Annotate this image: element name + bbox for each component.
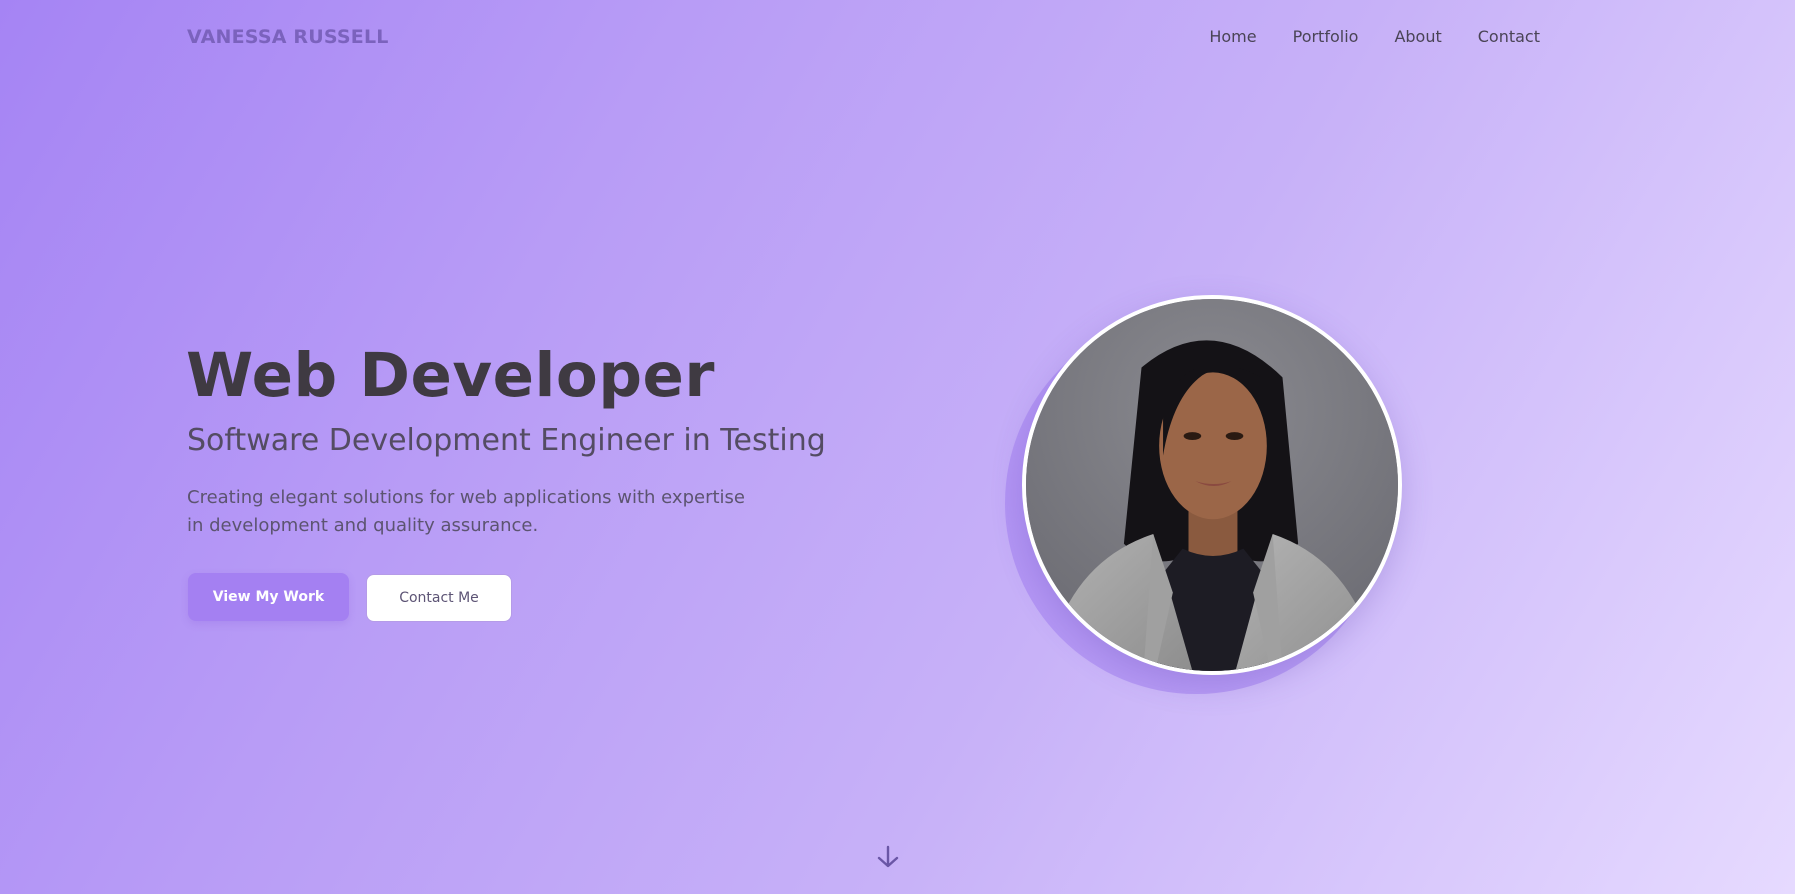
hero-subtitle: Software Development Engineer in Testing — [187, 423, 826, 458]
portrait-illustration — [1026, 299, 1398, 671]
hero-title: Web Developer — [186, 340, 715, 411]
site-logo[interactable]: VANESSA RUSSELL — [187, 26, 389, 48]
view-my-work-button[interactable]: View My Work — [188, 573, 349, 621]
hero-description: Creating elegant solutions for web appli… — [187, 487, 745, 536]
arrow-down-icon[interactable] — [875, 844, 901, 870]
nav-link-home[interactable]: Home — [1209, 27, 1256, 46]
top-navigation: VANESSA RUSSELL Home Portfolio About Con… — [0, 0, 1795, 76]
contact-me-button[interactable]: Contact Me — [366, 574, 512, 622]
nav-links: Home Portfolio About Contact — [1209, 27, 1540, 46]
nav-link-contact[interactable]: Contact — [1478, 27, 1540, 46]
nav-link-portfolio[interactable]: Portfolio — [1293, 27, 1359, 46]
nav-link-about[interactable]: About — [1394, 27, 1441, 46]
profile-photo — [1022, 295, 1402, 675]
